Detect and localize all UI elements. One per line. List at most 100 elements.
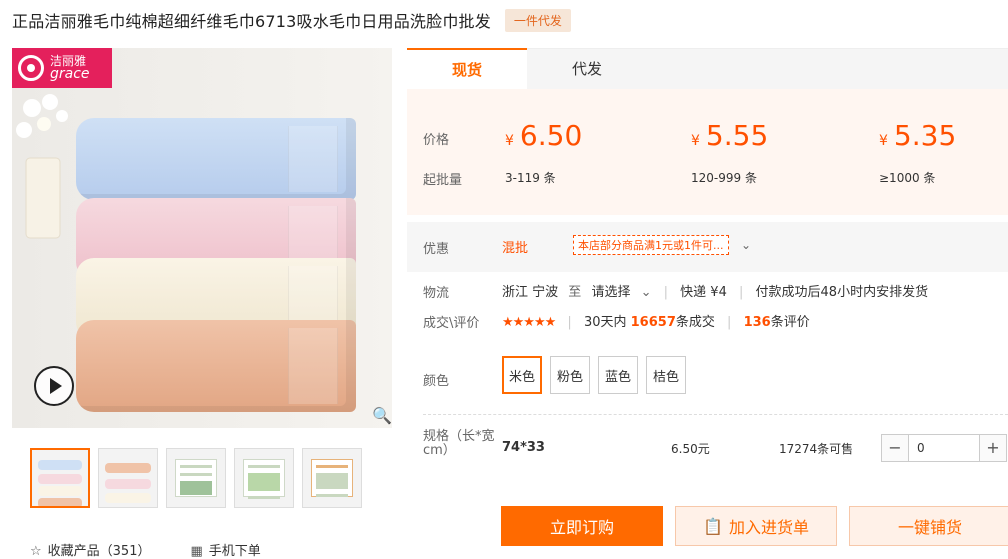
clipboard-icon: 📋 bbox=[703, 516, 723, 536]
bottom-links: ☆ 收藏产品（351） ▦ 手机下单 bbox=[30, 540, 261, 559]
chevron-down-icon[interactable]: ⌄ bbox=[741, 238, 751, 252]
qty-range-3: ≥1000 条 bbox=[879, 171, 936, 185]
price-tier-3: ¥5.35 bbox=[879, 119, 956, 152]
play-video-icon[interactable] bbox=[34, 366, 74, 406]
currency: ¥ bbox=[879, 133, 888, 149]
increment-button[interactable]: + bbox=[980, 435, 1006, 461]
currency: ¥ bbox=[691, 133, 700, 149]
review-count[interactable]: 136 bbox=[744, 315, 771, 330]
product-title: 正品洁丽雅毛巾纯棉超细纤维毛巾6713吸水毛巾日用品洗脸巾批发 bbox=[12, 12, 491, 31]
logistics-row: 浙江 宁波 至 请选择 ⌄ | 快递 ¥4 | 付款成功后48小时内安排发货 bbox=[502, 281, 928, 300]
favorite-link[interactable]: ☆ 收藏产品（351） bbox=[30, 540, 150, 559]
promo-label: 优惠 bbox=[423, 242, 450, 257]
divider: | bbox=[727, 315, 732, 330]
promo-text[interactable]: 本店部分商品满1元或1件可... bbox=[573, 235, 729, 255]
price-tier-2: ¥5.55 bbox=[691, 119, 768, 152]
qrcode-icon: ▦ bbox=[190, 544, 203, 559]
thumb-towel bbox=[38, 486, 82, 496]
thumb-certificate bbox=[243, 459, 285, 499]
reviews-row: ★★★★★ | 30天内 16657条成交 | 136条评价 bbox=[502, 311, 810, 330]
ship-time: 付款成功后48小时内安排发货 bbox=[755, 285, 929, 300]
sold-suffix: 条成交 bbox=[675, 315, 715, 330]
promo-row: 优惠 混批 本店部分商品满1元或1件可... ⌄ bbox=[407, 222, 1008, 272]
color-label: 颜色 bbox=[423, 374, 450, 389]
price-label: 价格 bbox=[423, 133, 450, 148]
color-option-orange[interactable]: 桔色 bbox=[646, 356, 686, 394]
dropship-badge[interactable]: 一件代发 bbox=[504, 8, 571, 32]
price-value: 5.55 bbox=[705, 119, 769, 152]
promo-tag: 混批 bbox=[502, 241, 529, 256]
qty-range-2: 120-999 条 bbox=[691, 171, 757, 185]
order-now-button[interactable]: 立即订购 bbox=[501, 506, 663, 546]
logo-text: 洁丽雅 grace bbox=[50, 55, 90, 82]
thumb-towel bbox=[38, 460, 82, 470]
origin: 浙江 宁波 bbox=[502, 285, 559, 300]
spec-label: 规格（长*宽cm） bbox=[423, 429, 495, 458]
qty-range-1: 3-119 条 bbox=[505, 171, 556, 185]
express-fee: 快递 ¥4 bbox=[680, 285, 727, 300]
thumbnail-5[interactable] bbox=[302, 448, 362, 508]
decrement-button[interactable]: − bbox=[882, 435, 908, 461]
review-suffix: 条评价 bbox=[770, 315, 810, 330]
thumbnail-1[interactable] bbox=[30, 448, 90, 508]
tab-in-stock[interactable]: 现货 bbox=[407, 48, 527, 89]
add-to-cart-button[interactable]: 📋 加入进货单 bbox=[675, 506, 837, 546]
towel-band bbox=[288, 126, 338, 192]
zoom-icon[interactable]: 🔍 bbox=[372, 406, 392, 425]
logo-icon bbox=[18, 55, 44, 81]
towel-blue bbox=[76, 118, 356, 200]
action-buttons: 立即订购 📋 加入进货单 一键铺货 bbox=[501, 506, 1008, 546]
towel-band bbox=[288, 328, 338, 404]
color-option-pink[interactable]: 粉色 bbox=[550, 356, 590, 394]
thumbnail-3[interactable] bbox=[166, 448, 226, 508]
to-label: 至 bbox=[568, 285, 582, 300]
thumb-towel bbox=[105, 479, 151, 489]
quantity-stepper: − 0 + bbox=[881, 434, 1007, 462]
thumbnail-strip bbox=[30, 448, 362, 508]
price-tier-1: ¥6.50 bbox=[505, 119, 582, 152]
title-bar: 正品洁丽雅毛巾纯棉超细纤维毛巾6713吸水毛巾日用品洗脸巾批发 一件代发 bbox=[12, 8, 571, 32]
thumb-towel bbox=[38, 474, 82, 484]
divider: | bbox=[567, 315, 572, 330]
rating-stars: ★★★★★ bbox=[502, 315, 556, 330]
price-value: 6.50 bbox=[519, 119, 583, 152]
divider: | bbox=[663, 285, 669, 300]
section-divider bbox=[423, 414, 1008, 415]
destination-select[interactable]: 请选择 bbox=[591, 285, 630, 300]
color-options: 米色 粉色 蓝色 桔色 bbox=[502, 356, 686, 394]
spec-price: 6.50元 bbox=[671, 442, 710, 456]
period: 30天内 bbox=[583, 315, 627, 330]
brand-logo: 洁丽雅 grace bbox=[12, 48, 112, 88]
logistics-label: 物流 bbox=[423, 286, 450, 301]
thumb-towel bbox=[105, 493, 151, 503]
thumb-certificate bbox=[175, 459, 217, 497]
favorite-label: 收藏产品（351） bbox=[47, 544, 151, 559]
spec-value: 74*33 bbox=[502, 440, 545, 455]
price-panel: 价格 起批量 ¥6.50 3-119 条 ¥5.55 120-999 条 ¥5.… bbox=[407, 89, 1008, 215]
towel-orange bbox=[76, 320, 356, 412]
tab-bar: 现货 代发 bbox=[407, 48, 1008, 89]
thumb-towel bbox=[38, 498, 82, 506]
divider: | bbox=[739, 285, 744, 300]
mobile-order-link[interactable]: ▦ 手机下单 bbox=[190, 540, 260, 559]
price-value: 5.35 bbox=[893, 119, 957, 152]
color-option-beige[interactable]: 米色 bbox=[502, 356, 542, 394]
one-click-ship-button[interactable]: 一键铺货 bbox=[849, 506, 1008, 546]
thumb-towel bbox=[105, 463, 151, 473]
color-option-blue[interactable]: 蓝色 bbox=[598, 356, 638, 394]
batch-label: 起批量 bbox=[423, 173, 463, 188]
currency: ¥ bbox=[505, 133, 514, 149]
spec-stock: 17274条可售 bbox=[779, 442, 854, 456]
reviews-label: 成交\评价 bbox=[423, 316, 480, 331]
thumbnail-2[interactable] bbox=[98, 448, 158, 508]
thumbnail-4[interactable] bbox=[234, 448, 294, 508]
thumb-certificate bbox=[311, 459, 353, 497]
mobile-label: 手机下单 bbox=[208, 544, 261, 559]
main-product-image[interactable] bbox=[12, 48, 392, 428]
quantity-input[interactable]: 0 bbox=[908, 435, 980, 461]
star-icon: ☆ bbox=[30, 544, 42, 559]
chevron-down-icon[interactable]: ⌄ bbox=[641, 285, 652, 300]
add-to-cart-label: 加入进货单 bbox=[728, 518, 809, 537]
tab-dropship[interactable]: 代发 bbox=[527, 49, 647, 89]
sold-count: 16657 bbox=[630, 315, 676, 330]
